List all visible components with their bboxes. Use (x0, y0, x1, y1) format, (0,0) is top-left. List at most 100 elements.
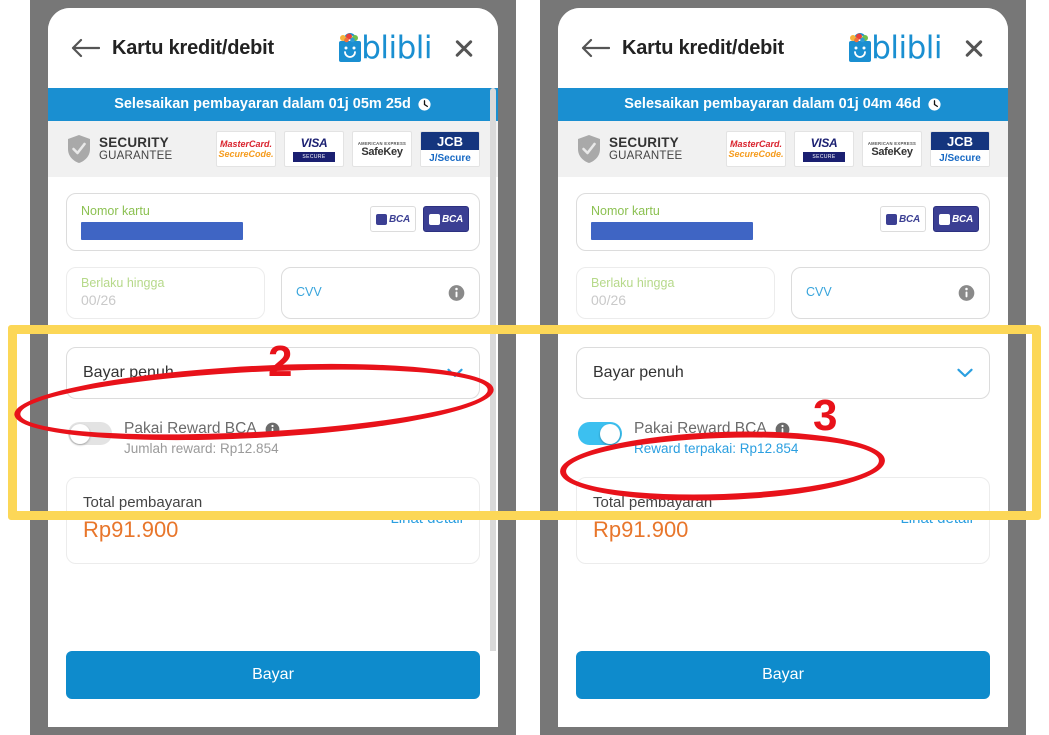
amex-safekey-logo: AMERICAN EXPRESS SafeKey (352, 131, 412, 167)
expiry-field[interactable]: Berlaku hingga 00/26 (576, 267, 775, 319)
reward-label: Pakai Reward BCA (634, 420, 767, 437)
security-guarantee-bar: SECURITY GUARANTEE MasterCard. SecureCod… (558, 121, 1008, 177)
shopping-bag-icon (339, 33, 362, 62)
expiry-value: 00/26 (591, 292, 627, 309)
chevron-down-icon[interactable] (447, 368, 463, 378)
footer-after: Bayar (558, 651, 1008, 727)
expiry-label: Berlaku hingga (591, 276, 675, 291)
mastercard-securecode-logo: MasterCard. SecureCode. (216, 131, 276, 167)
card-brand-logos: MasterCard. SecureCode. VISA SECURE AMER… (726, 131, 990, 167)
total-payment-label: Total pembayaran (593, 494, 713, 512)
bca-logo-blue: BCA (933, 206, 979, 232)
chevron-down-icon[interactable] (957, 368, 973, 378)
clock-icon (417, 96, 432, 112)
mastercard-line2: SecureCode. (218, 149, 274, 159)
jcb-jsecure-logo: JCB J/Secure (420, 131, 480, 167)
app-screen-after: Kartu kredit/debit blibli Selesaikan pem… (558, 8, 1008, 727)
bca-logo-white: BCA (880, 206, 926, 232)
blibli-logo: blibli (337, 31, 432, 65)
page-title: Kartu kredit/debit (622, 36, 784, 59)
shield-check-icon (578, 135, 600, 163)
reward-label-row: Pakai Reward BCA (124, 419, 280, 439)
jcb-jsecure-logo: JCB J/Secure (930, 131, 990, 167)
info-icon[interactable] (448, 285, 465, 302)
reward-amount-label: Reward terpakai: Rp12.854 (634, 441, 799, 457)
payment-timer-text: Selesaikan pembayaran dalam 01j 05m 25d (114, 96, 411, 112)
info-icon[interactable] (775, 422, 790, 437)
toggle-knob (70, 423, 90, 444)
reward-label-row: Pakai Reward BCA (634, 419, 798, 439)
visa-line1: VISA (300, 136, 328, 150)
shield-check-icon (68, 135, 90, 163)
mastercard-line1: MasterCard. (219, 138, 273, 149)
expiry-field[interactable]: Berlaku hingga 00/26 (66, 267, 265, 319)
blibli-logo-text: blibli (361, 29, 432, 66)
installment-select-value: Bayar penuh (83, 364, 174, 381)
jcb-line2: J/Secure (931, 150, 989, 166)
installment-select[interactable]: Bayar penuh (66, 347, 480, 399)
amex-safekey-logo: AMERICAN EXPRESS SafeKey (862, 131, 922, 167)
cvv-field[interactable]: CVV (791, 267, 990, 319)
back-arrow-icon[interactable] (70, 37, 100, 59)
visa-line2: SECURE (293, 152, 335, 162)
reward-row[interactable]: Pakai Reward BCA Jumlah reward: Rp12.854 (66, 419, 480, 459)
clock-icon (927, 96, 942, 112)
expiry-label: Berlaku hingga (81, 276, 165, 291)
reward-label: Pakai Reward BCA (124, 420, 257, 437)
close-icon[interactable] (452, 36, 476, 60)
visa-secure-logo: VISA SECURE (794, 131, 854, 167)
app-header: Kartu kredit/debit blibli (48, 8, 498, 88)
close-icon[interactable] (962, 36, 986, 60)
mastercard-securecode-logo: MasterCard. SecureCode. (726, 131, 786, 167)
jcb-line1: JCB (931, 132, 989, 151)
security-guarantee-bar: SECURITY GUARANTEE MasterCard. SecureCod… (48, 121, 498, 177)
app-header: Kartu kredit/debit blibli (558, 8, 1008, 88)
bca-logo-blue: BCA (423, 206, 469, 232)
info-icon[interactable] (265, 422, 280, 437)
card-brand-logos: MasterCard. SecureCode. VISA SECURE AMER… (216, 131, 480, 167)
jcb-line2: J/Secure (421, 150, 479, 166)
app-screen-before: Kartu kredit/debit blibli Selesaikan pem… (48, 8, 498, 727)
pay-button[interactable]: Bayar (576, 651, 990, 699)
bca-logo-white: BCA (370, 206, 416, 232)
payment-form-after: Nomor kartu BCA BCA Berlaku hingga 00/26… (558, 177, 1008, 564)
visa-line2: SECURE (803, 152, 845, 162)
mastercard-line2: SecureCode. (728, 149, 784, 159)
phone-frame-before: Kartu kredit/debit blibli Selesaikan pem… (30, 0, 516, 735)
payment-timer-bar: Selesaikan pembayaran dalam 01j 05m 25d (48, 88, 498, 121)
card-number-field[interactable]: Nomor kartu BCA BCA (576, 193, 990, 251)
mastercard-line1: MasterCard. (729, 138, 783, 149)
security-line2: GUARANTEE (99, 150, 173, 163)
reward-toggle[interactable] (578, 422, 622, 445)
reward-toggle[interactable] (68, 422, 112, 445)
page-title: Kartu kredit/debit (112, 36, 274, 59)
back-arrow-icon[interactable] (580, 37, 610, 59)
view-detail-link[interactable]: Lihat detail (900, 510, 973, 527)
installment-select-value: Bayar penuh (593, 364, 684, 381)
jcb-line1: JCB (421, 132, 479, 151)
cvv-label: CVV (806, 285, 832, 300)
blibli-logo: blibli (847, 31, 942, 65)
view-detail-link[interactable]: Lihat detail (390, 510, 463, 527)
card-number-field[interactable]: Nomor kartu BCA BCA (66, 193, 480, 251)
cvv-field[interactable]: CVV (281, 267, 480, 319)
security-line1: SECURITY (609, 134, 679, 150)
card-number-masked-value (81, 222, 243, 241)
reward-row[interactable]: Pakai Reward BCA Reward terpakai: Rp12.8… (576, 419, 990, 459)
scrollbar[interactable] (490, 88, 496, 658)
info-icon[interactable] (958, 285, 975, 302)
total-payment-amount: Rp91.900 (593, 516, 689, 542)
total-payment-amount: Rp91.900 (83, 516, 179, 542)
security-line1: SECURITY (99, 134, 169, 150)
total-payment-label: Total pembayaran (83, 494, 203, 512)
payment-form-before: Nomor kartu BCA BCA Berlaku hingga 00/26… (48, 177, 498, 564)
pay-button[interactable]: Bayar (66, 651, 480, 699)
expiry-value: 00/26 (81, 292, 117, 309)
reward-amount-label: Jumlah reward: Rp12.854 (124, 441, 279, 457)
installment-select[interactable]: Bayar penuh (576, 347, 990, 399)
total-payment-card: Total pembayaran Rp91.900 Lihat detail (66, 477, 480, 564)
shopping-bag-icon (849, 33, 872, 62)
phone-frame-after: Kartu kredit/debit blibli Selesaikan pem… (540, 0, 1026, 735)
footer-before: Bayar (48, 651, 498, 727)
payment-timer-text: Selesaikan pembayaran dalam 01j 04m 46d (624, 96, 921, 112)
